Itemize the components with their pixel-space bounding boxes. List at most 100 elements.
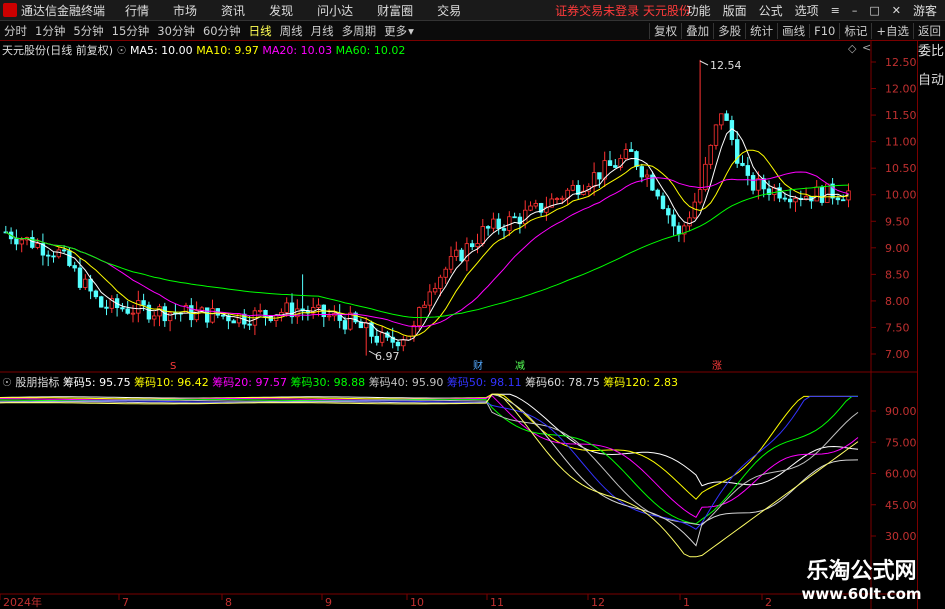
side-panel-label: 自动 bbox=[918, 72, 945, 88]
sub-tick-label: 30.00 bbox=[885, 530, 917, 543]
candle-body bbox=[141, 300, 146, 306]
candle-body bbox=[639, 166, 644, 178]
candle-body bbox=[210, 308, 215, 323]
candle-body bbox=[655, 189, 660, 197]
candle-body bbox=[591, 172, 597, 187]
candle-body bbox=[560, 197, 565, 200]
watermark: 乐淘公式网 www.60lt.com bbox=[778, 553, 945, 609]
candle-body bbox=[51, 255, 56, 258]
kline-chart[interactable]: 12.50 12.00 11.50 11.00 10.50 10.00 9.50 9.00 8.… bbox=[0, 0, 945, 609]
price-tick-label: 11.50 bbox=[885, 109, 917, 122]
candle-body bbox=[72, 265, 77, 269]
price-tick-label: 12.00 bbox=[885, 83, 917, 96]
candle-body bbox=[814, 186, 819, 202]
candle-body bbox=[554, 198, 560, 201]
price-tick-label: 9.50 bbox=[885, 215, 910, 228]
candle-body bbox=[19, 239, 24, 245]
candle-body bbox=[491, 218, 496, 229]
price-tick-label: 8.00 bbox=[885, 295, 910, 308]
candle-body bbox=[607, 160, 613, 166]
low-annotation: 6.97 bbox=[375, 350, 400, 363]
date-label: 8 bbox=[225, 596, 232, 609]
chip-line bbox=[0, 395, 858, 530]
watermark-line1: 乐淘公式网 bbox=[806, 559, 917, 584]
ma-line bbox=[5, 184, 849, 318]
price-tick-label: 7.00 bbox=[885, 348, 910, 361]
candle-body bbox=[247, 323, 252, 326]
candle-body bbox=[46, 254, 51, 257]
candle-body bbox=[120, 307, 125, 310]
candle-body bbox=[56, 249, 61, 258]
chip20-label: 筹码20: 97.57 bbox=[212, 376, 287, 389]
candle-body bbox=[411, 325, 417, 337]
candle-body bbox=[416, 307, 422, 327]
candle-body bbox=[443, 268, 448, 278]
candle-body bbox=[459, 249, 464, 262]
date-label: 2 bbox=[765, 596, 772, 609]
candle-body bbox=[650, 174, 655, 191]
date-label: 10 bbox=[410, 596, 424, 609]
sub-tick-label: 60.00 bbox=[885, 468, 917, 481]
candle-body bbox=[644, 174, 650, 178]
watermark-line2: www.60lt.com bbox=[801, 585, 922, 603]
candle-body bbox=[835, 197, 841, 201]
candle-body bbox=[724, 113, 729, 121]
candle-body bbox=[750, 175, 756, 191]
chip5-label: 筹码5: 95.75 bbox=[62, 376, 131, 389]
chip-line bbox=[0, 393, 858, 500]
chip-line bbox=[0, 393, 859, 487]
candle-body bbox=[83, 278, 88, 288]
price-tick-label: 12.50 bbox=[885, 56, 917, 69]
event-marker: 财 bbox=[473, 359, 483, 372]
candle-body bbox=[284, 302, 289, 313]
candle-body bbox=[671, 214, 676, 227]
candle-body bbox=[448, 256, 454, 270]
date-label: 11 bbox=[490, 596, 504, 609]
candle-body bbox=[454, 249, 459, 257]
ma-line bbox=[5, 171, 849, 328]
sub-tick-label: 75.00 bbox=[885, 436, 917, 449]
price-tick-label: 8.50 bbox=[885, 268, 910, 281]
chip50-label: 筹码50: 98.11 bbox=[446, 376, 522, 389]
chip-line bbox=[0, 395, 859, 518]
settings-icon[interactable]: ☉ bbox=[2, 376, 12, 389]
candle-body bbox=[220, 314, 226, 317]
candle-body bbox=[374, 335, 379, 343]
candle-body bbox=[77, 267, 83, 288]
event-marker: 涨 bbox=[712, 360, 722, 372]
candle-body bbox=[687, 217, 692, 227]
candle-body bbox=[570, 184, 576, 191]
candle-body bbox=[88, 278, 93, 292]
candle-body bbox=[99, 296, 104, 308]
price-tick-label: 9.00 bbox=[885, 242, 910, 255]
candle-body bbox=[512, 216, 517, 219]
candle-body bbox=[432, 288, 438, 293]
candle-body bbox=[485, 226, 491, 229]
candle-body bbox=[401, 339, 406, 347]
candle-body bbox=[125, 308, 130, 314]
chip-line bbox=[0, 393, 859, 547]
candle-body bbox=[480, 226, 485, 244]
candle-body bbox=[819, 186, 825, 203]
price-tick-label: 10.50 bbox=[885, 162, 917, 175]
candle-body bbox=[342, 320, 348, 330]
candle-body bbox=[841, 199, 846, 202]
candle-body bbox=[93, 290, 99, 298]
candle-body bbox=[676, 225, 682, 235]
candle-body bbox=[629, 149, 634, 152]
indicator-name[interactable]: 股朋指标 bbox=[15, 376, 59, 389]
candle-body bbox=[130, 312, 136, 315]
quote-side-panel: 委比卖五卖四卖三卖二卖一买一买二买三买四买五现价涨跌涨幅总量外盘换手净资收益 自… bbox=[917, 41, 945, 609]
sub-tick-label: 90.00 bbox=[885, 405, 917, 418]
high-annotation: 12.54 bbox=[710, 59, 742, 72]
candle-body bbox=[623, 149, 629, 159]
candle-body bbox=[523, 209, 528, 225]
candle-body bbox=[67, 250, 72, 266]
candle-body bbox=[533, 203, 538, 207]
candle-body bbox=[14, 238, 19, 245]
chip-line bbox=[0, 399, 859, 526]
candle-body bbox=[316, 304, 321, 308]
candle-body bbox=[104, 306, 109, 309]
candle-body bbox=[719, 113, 724, 126]
sub-tick-label: 45.00 bbox=[885, 499, 917, 512]
